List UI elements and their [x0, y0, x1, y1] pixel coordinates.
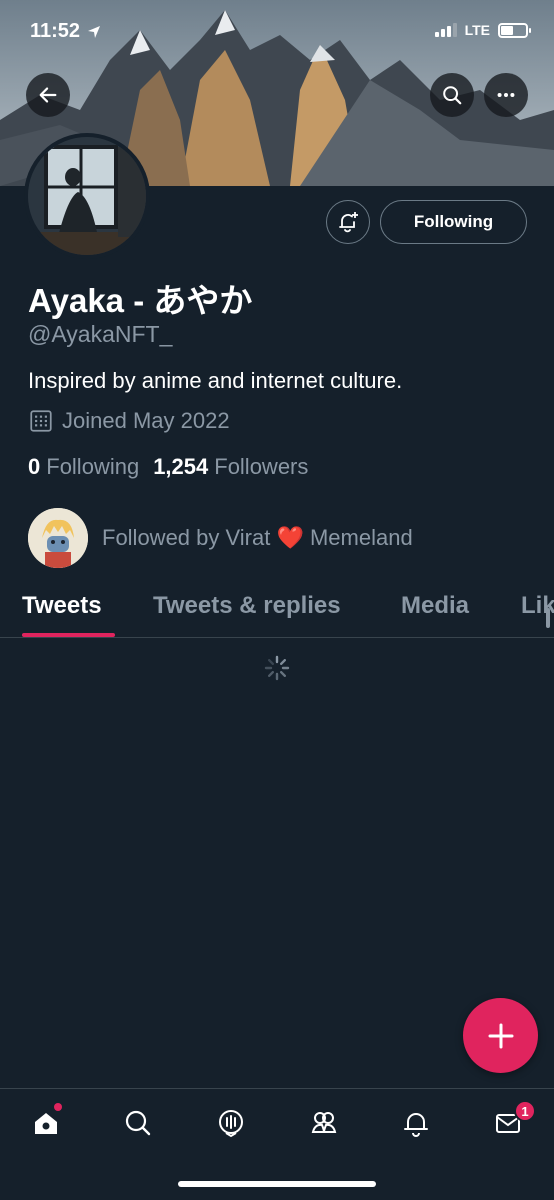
search-button[interactable] [430, 73, 474, 117]
profile-bio: Inspired by anime and internet culture. [28, 368, 403, 393]
location-arrow-icon [88, 25, 101, 38]
more-dots-icon [497, 92, 515, 98]
home-notification-dot [54, 1103, 62, 1111]
nav-notifications[interactable] [398, 1105, 434, 1141]
more-button[interactable] [484, 73, 528, 117]
spaces-icon [219, 1110, 243, 1138]
following-count: 0 [28, 454, 41, 479]
followed-by-row[interactable]: Followed by Virat ❤️ Memeland [28, 508, 413, 568]
tab-tweets[interactable]: Tweets [22, 592, 102, 620]
following-button[interactable]: Following [380, 200, 527, 244]
followers-label: Followers [214, 454, 309, 479]
display-name: Ayaka - あやか [28, 282, 253, 319]
following-stat[interactable]: 0 Following [28, 454, 139, 480]
profile-avatar[interactable] [24, 133, 150, 259]
communities-icon [311, 1112, 337, 1133]
scrollbar[interactable] [546, 608, 550, 628]
nav-spaces[interactable] [213, 1105, 249, 1141]
tab-media[interactable]: Media [401, 592, 469, 620]
back-button[interactable] [26, 73, 70, 117]
home-indicator[interactable] [178, 1181, 376, 1187]
follower-avatar-image [28, 508, 88, 568]
profile-handle: @AyakaNFT_ [28, 321, 173, 347]
active-tab-indicator [22, 633, 115, 637]
search-icon [125, 1110, 151, 1136]
followed-by-avatar [28, 508, 88, 568]
notify-button[interactable] [326, 200, 370, 244]
calendar-icon [30, 410, 52, 432]
nav-search[interactable] [120, 1105, 156, 1141]
home-icon [35, 1113, 57, 1134]
followers-count: 1,254 [153, 454, 209, 479]
status-bar: 11:52 LTE [0, 0, 554, 66]
profile-tabs: Tweets Tweets & replies Media Likes [0, 580, 554, 638]
notifications-icon [404, 1113, 428, 1137]
loading-spinner-icon [264, 655, 290, 681]
avatar-image [28, 137, 146, 255]
joined-date: Joined May 2022 [28, 408, 230, 434]
status-time: 11:52 [30, 20, 102, 43]
plus-icon [488, 1023, 513, 1048]
followed-by-text: Followed by Virat ❤️ Memeland [102, 525, 413, 550]
nav-communities[interactable] [306, 1105, 342, 1141]
messages-badge: 1 [514, 1100, 536, 1122]
arrow-left-icon [39, 87, 57, 103]
follow-stats: 0 Following 1,254 Followers [28, 454, 308, 480]
compose-tweet-button[interactable] [463, 998, 538, 1073]
search-icon [443, 86, 462, 105]
joined-label: Joined May 2022 [62, 408, 230, 433]
followers-stat[interactable]: 1,254 Followers [153, 454, 308, 480]
bell-plus-icon [339, 212, 358, 233]
following-label: Following [46, 454, 140, 479]
network-type: LTE [464, 22, 490, 38]
signal-icon [434, 23, 457, 37]
battery-icon [498, 22, 531, 38]
tab-tweets-replies[interactable]: Tweets & replies [153, 592, 341, 620]
